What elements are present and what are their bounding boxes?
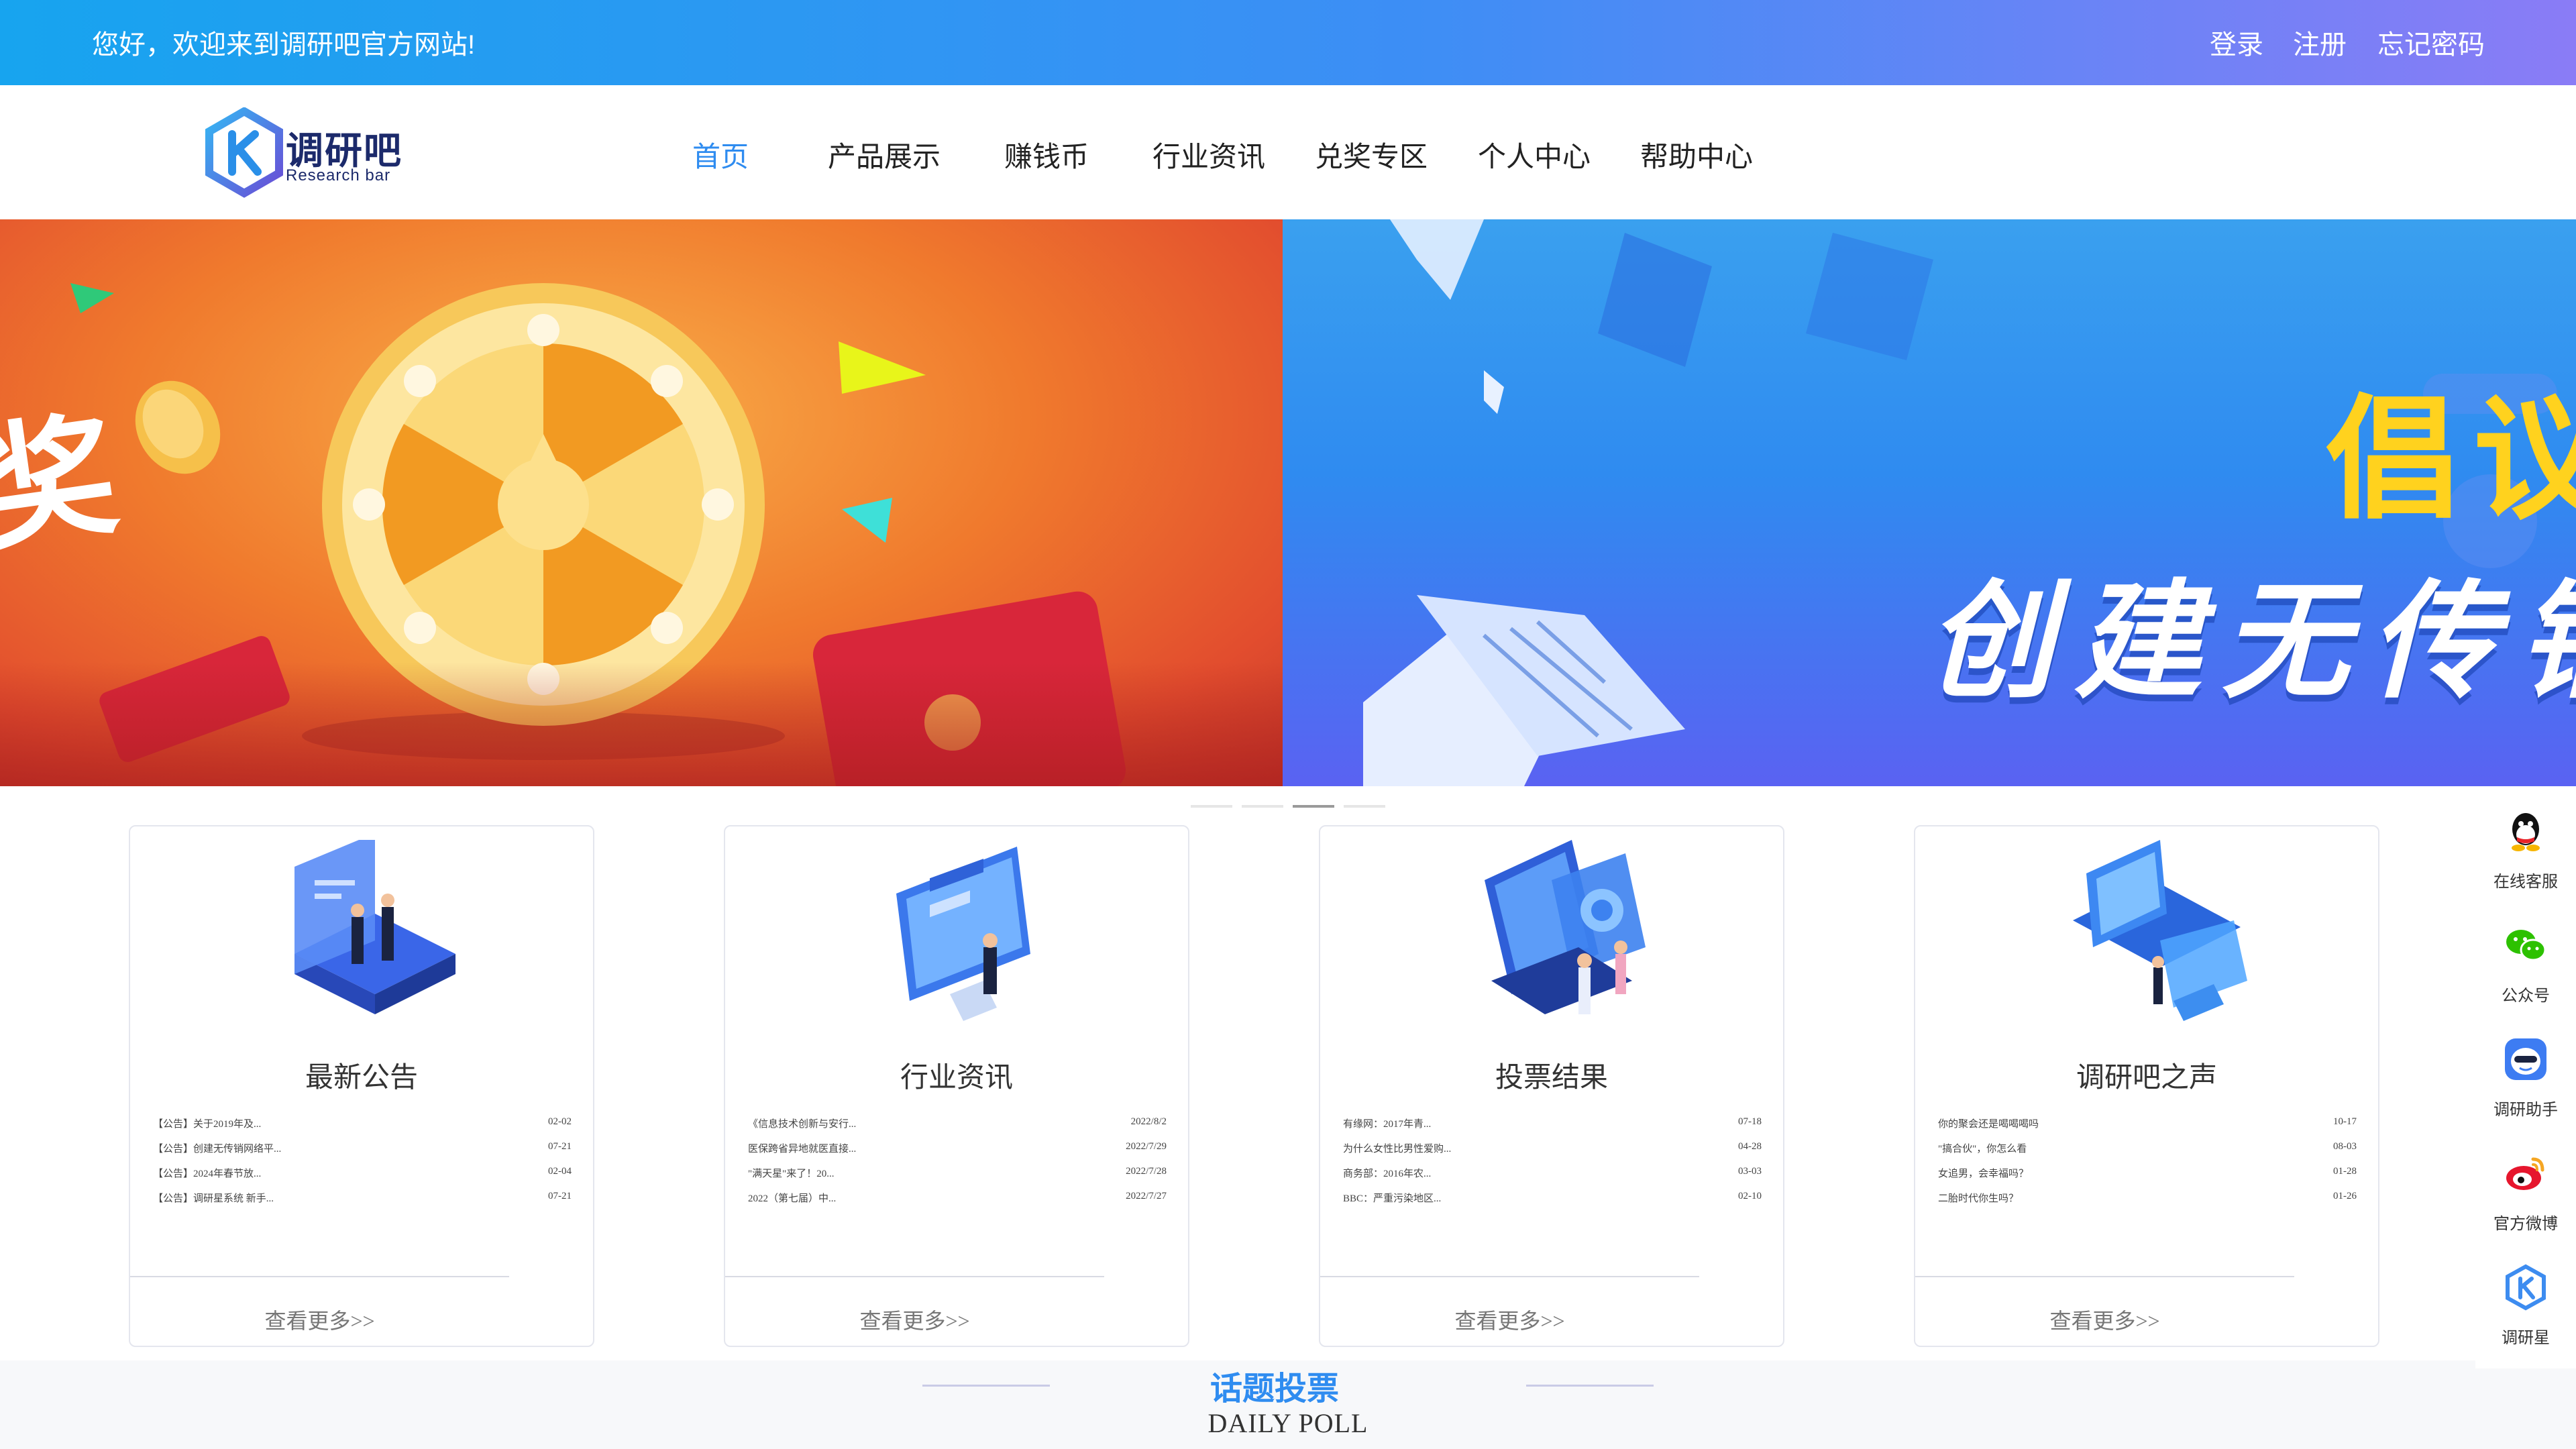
banner-floor	[0, 662, 1283, 786]
research-star-icon	[2506, 1264, 2546, 1311]
poll-left-rule	[922, 1385, 1050, 1387]
side-toolbar: 在线客服 公众号 调研助手 官方微博 调研星	[2475, 798, 2576, 1368]
forgot-password-link[interactable]: 忘记密码	[2377, 23, 2485, 62]
card-title: 行业资讯	[900, 1063, 1013, 1093]
card-divider	[725, 1276, 1104, 1277]
online-service-button[interactable]: 在线客服	[2475, 798, 2576, 899]
view-more-link[interactable]: 查看更多>>	[1320, 1304, 1699, 1335]
register-link[interactable]: 注册	[2293, 23, 2347, 62]
view-more-link[interactable]: 查看更多>>	[130, 1304, 509, 1335]
card-title: 调研吧之声	[2076, 1063, 2217, 1093]
list-item[interactable]: 女追男，会幸福吗？ 01-28	[1938, 1166, 2357, 1179]
list-item[interactable]: 【公告】调研星系统 新手... 07-21	[153, 1191, 572, 1204]
list-item[interactable]: 医保跨省异地就医直接... 2022/7/29	[748, 1141, 1167, 1155]
view-more-link[interactable]: 查看更多>>	[725, 1304, 1104, 1335]
banner-initiative-subtitle: 创建无传销	[1927, 571, 2576, 713]
list-item[interactable]: 《信息技术创新与安行... 2022/8/2	[748, 1116, 1167, 1130]
monitor-illustration	[896, 847, 1030, 1021]
top-bar: 您好，欢迎来到调研吧官方网站! 登录 注册 忘记密码	[0, 0, 2576, 85]
list-item[interactable]: 为什么女性比男性爱购... 04-28	[1343, 1141, 1762, 1155]
tool-label: 官方微博	[2493, 1215, 2558, 1233]
nav-earn-coins[interactable]: 赚钱币	[1004, 134, 1089, 175]
research-star-button[interactable]: 调研星	[2475, 1254, 2576, 1355]
list-item[interactable]: BBC：严重污染地区... 02-10	[1343, 1191, 1762, 1204]
nav-products[interactable]: 产品展示	[828, 134, 941, 175]
site-logo[interactable]: 调研吧 Research bar	[203, 107, 404, 198]
laptop-illustration	[2073, 840, 2247, 1021]
nav-home[interactable]: 首页	[692, 134, 749, 175]
tool-label: 调研星	[2502, 1329, 2550, 1347]
logo-k-icon	[205, 107, 283, 198]
carousel-dot-active[interactable]	[1293, 805, 1334, 808]
banner-initiative-title: 倡议	[2326, 385, 2576, 535]
nav-prize-zone[interactable]: 兑奖专区	[1315, 134, 1428, 175]
nav-industry-news[interactable]: 行业资讯	[1152, 134, 1265, 175]
nav-personal-center[interactable]: 个人中心	[1478, 134, 1591, 175]
assistant-icon	[2505, 1038, 2546, 1080]
wechat-icon	[2506, 930, 2546, 961]
tool-label: 调研助手	[2493, 1101, 2558, 1119]
poll-subtitle: DAILY POLL	[1208, 1408, 1368, 1438]
card-divider	[1320, 1276, 1699, 1277]
nav-help-center[interactable]: 帮助中心	[1640, 134, 1753, 175]
card-divider	[130, 1276, 509, 1277]
tool-label: 公众号	[2502, 987, 2550, 1005]
carousel-dot[interactable]	[1344, 805, 1385, 808]
list-item[interactable]: 有缘网：2017年青... 07-18	[1343, 1116, 1762, 1130]
list-item[interactable]: 你的聚会还是喝喝喝吗 10-17	[1938, 1116, 2357, 1130]
industry-news-card: 行业资讯 《信息技术创新与安行... 2022/8/2 医保跨省异地就医直接...…	[724, 825, 1189, 1347]
welcome-text: 您好，欢迎来到调研吧官方网站!	[92, 30, 476, 60]
research-assistant-button[interactable]: 调研助手	[2475, 1026, 2576, 1127]
list-item[interactable]: 2022（第七届）中... 2022/7/27	[748, 1191, 1167, 1204]
card-title: 最新公告	[305, 1063, 418, 1093]
card-title: 投票结果	[1495, 1063, 1608, 1093]
list-item[interactable]: "满天星"来了！20... 2022/7/28	[748, 1166, 1167, 1179]
dashboard-illustration	[1485, 840, 1646, 1014]
official-account-button[interactable]: 公众号	[2475, 912, 2576, 1013]
list-item[interactable]: "搞合伙"，你怎么看 08-03	[1938, 1141, 2357, 1155]
announcements-card: 最新公告 【公告】关于2019年及... 02-02 【公告】创建无传销网络平..…	[129, 825, 594, 1347]
tool-label: 在线客服	[2493, 873, 2558, 891]
official-weibo-button[interactable]: 官方微博	[2475, 1140, 2576, 1241]
list-item[interactable]: 商务部：2016年农... 03-03	[1343, 1166, 1762, 1179]
login-link[interactable]: 登录	[2210, 23, 2263, 62]
poll-title: 话题投票	[1210, 1371, 1339, 1407]
qq-icon	[2512, 813, 2540, 851]
poll-results-card: 投票结果 有缘网：2017年青... 07-18 为什么女性比男性爱购... 04-…	[1319, 825, 1784, 1347]
voice-card: 调研吧之声 你的聚会还是喝喝喝吗 10-17 "搞合伙"，你怎么看 08-03 女追…	[1914, 825, 2379, 1347]
list-item[interactable]: 【公告】2024年春节放... 02-04	[153, 1166, 572, 1179]
list-item[interactable]: 二胎时代你生吗？ 01-26	[1938, 1191, 2357, 1204]
banner-carousel[interactable]: 奖 倡议 创建无传销	[0, 219, 2576, 786]
card-divider	[1915, 1276, 2294, 1277]
carousel-indicators	[1191, 805, 1385, 810]
carousel-dot[interactable]	[1242, 805, 1283, 808]
meeting-illustration	[294, 840, 455, 1014]
weibo-icon	[2506, 1157, 2544, 1190]
poll-right-rule	[1526, 1385, 1654, 1387]
banner-slide-initiative[interactable]: 倡议 创建无传销	[1283, 219, 2576, 786]
carousel-dot[interactable]	[1191, 805, 1232, 808]
list-item[interactable]: 【公告】创建无传销网络平... 07-21	[153, 1141, 572, 1155]
banner-slide-lottery[interactable]: 奖	[0, 219, 1283, 786]
view-more-link[interactable]: 查看更多>>	[1915, 1304, 2294, 1335]
list-item[interactable]: 【公告】关于2019年及... 02-02	[153, 1116, 572, 1130]
logo-subtitle: Research bar	[286, 166, 391, 184]
